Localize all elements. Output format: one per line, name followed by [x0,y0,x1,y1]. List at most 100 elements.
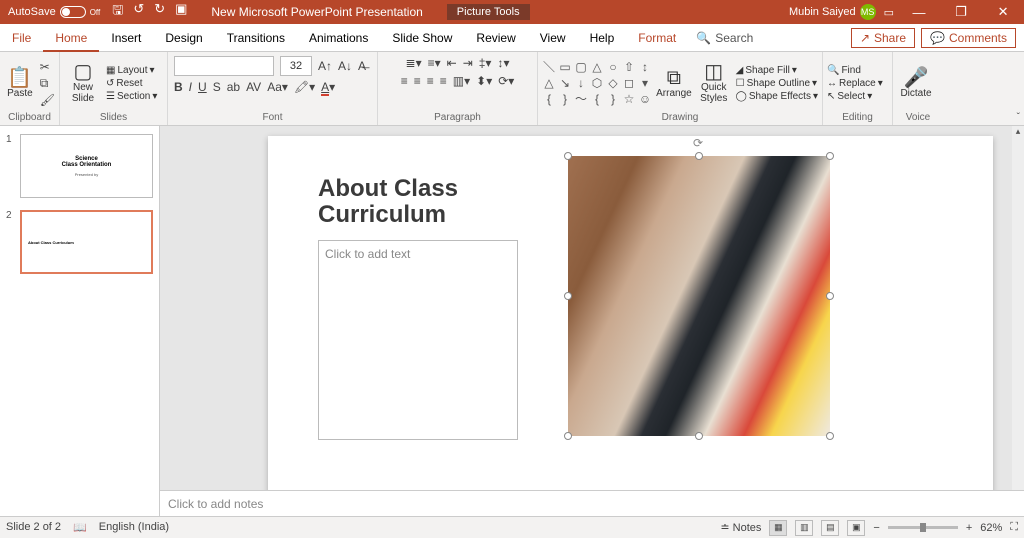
autosave-toggle[interactable]: AutoSave Off [8,6,100,18]
layout-button[interactable]: ▦Layout ▾ [106,65,157,76]
tab-home[interactable]: Home [43,24,99,52]
slideshow-view-button[interactable]: ▣ [847,520,865,536]
resize-handle[interactable] [564,432,572,440]
zoom-level[interactable]: 62% [980,522,1002,534]
columns-icon[interactable]: ▥▾ [453,74,470,88]
shape-fill-button[interactable]: ◢Shape Fill ▾ [736,65,818,76]
arrange-button[interactable]: ⧉ Arrange [656,68,692,99]
italic-icon[interactable]: I [189,80,192,94]
resize-handle[interactable] [695,152,703,160]
clear-format-icon[interactable]: A̶ [358,59,366,73]
increase-indent-icon[interactable]: ⇥ [463,56,473,70]
reading-view-button[interactable]: ▤ [821,520,839,536]
zoom-slider[interactable] [888,526,958,529]
align-right-icon[interactable]: ≡ [427,74,434,88]
shadow-icon[interactable]: ab [227,80,240,94]
resize-handle[interactable] [695,432,703,440]
numbering-icon[interactable]: ≡▾ [428,56,441,70]
dictate-button[interactable]: 🎤 Dictate [897,68,935,99]
tab-design[interactable]: Design [153,24,214,52]
decrease-font-icon[interactable]: A↓ [338,59,352,73]
font-size-combo[interactable] [280,56,312,76]
shape-outline-button[interactable]: ☐Shape Outline ▾ [736,78,818,89]
tab-animations[interactable]: Animations [297,24,380,52]
shapes-gallery[interactable]: ＼▭▢△○⇧↕ △↘↓⬡◇◻▾ {}〜{}☆☺ [542,60,652,106]
tab-format[interactable]: Format [626,24,688,52]
resize-handle[interactable] [564,152,572,160]
scroll-up-icon[interactable]: ▴ [1012,126,1024,138]
quick-styles-button[interactable]: ◫ Quick Styles [696,62,732,104]
align-center-icon[interactable]: ≡ [414,74,421,88]
tab-transitions[interactable]: Transitions [215,24,297,52]
notes-toggle[interactable]: ≐ Notes [720,521,761,534]
slide-counter[interactable]: Slide 2 of 2 [6,521,61,534]
format-painter-icon[interactable]: 🖌 [40,93,55,107]
content-placeholder[interactable]: Click to add text [318,240,518,440]
search-box[interactable]: 🔍 Search [696,24,753,51]
slide-canvas[interactable]: About Class Curriculum Click to add text… [268,136,993,490]
maximize-button[interactable]: ❐ [944,0,978,24]
resize-handle[interactable] [564,292,572,300]
change-case-icon[interactable]: Aa▾ [267,80,288,94]
find-button[interactable]: 🔍Find [827,65,883,76]
collapse-ribbon-icon[interactable]: ˇ [1017,112,1020,123]
share-button[interactable]: ↗ Share [851,28,915,48]
increase-font-icon[interactable]: A↑ [318,59,332,73]
cut-icon[interactable]: ✂ [40,60,55,74]
save-icon[interactable]: 🖫 [112,1,123,23]
ribbon-display-icon[interactable]: ▭ [884,6,894,19]
undo-icon[interactable]: ↺ [133,1,144,23]
slide-title[interactable]: About Class Curriculum [318,176,458,229]
line-spacing-icon[interactable]: ‡▾ [479,56,492,70]
reset-button[interactable]: ↺Reset [106,78,157,89]
tab-view[interactable]: View [528,24,578,52]
tab-help[interactable]: Help [578,24,627,52]
strike-icon[interactable]: S [213,80,221,94]
shape-effects-button[interactable]: ◯Shape Effects ▾ [736,91,818,102]
underline-icon[interactable]: U [198,80,207,94]
char-spacing-icon[interactable]: AV [246,80,261,94]
normal-view-button[interactable]: ▦ [769,520,787,536]
resize-handle[interactable] [826,152,834,160]
tab-slideshow[interactable]: Slide Show [380,24,464,52]
tab-insert[interactable]: Insert [99,24,153,52]
justify-icon[interactable]: ≡ [440,74,447,88]
selected-picture[interactable]: ⟳ ✥ [568,156,830,436]
replace-button[interactable]: ↔Replace ▾ [827,78,883,89]
zoom-out-button[interactable]: − [873,522,879,534]
select-button[interactable]: ↖Select ▾ [827,91,883,102]
smartart-icon[interactable]: ⟳▾ [498,74,514,88]
picture-tools-tab[interactable]: Picture Tools [447,4,530,20]
resize-handle[interactable] [826,432,834,440]
vertical-scrollbar[interactable]: ▴ [1012,126,1024,490]
highlight-icon[interactable]: 🖍▾ [294,80,315,94]
bullets-icon[interactable]: ≣▾ [406,56,422,70]
font-name-combo[interactable] [174,56,274,76]
section-button[interactable]: ☰Section ▾ [106,91,157,102]
decrease-indent-icon[interactable]: ⇤ [447,56,457,70]
spellcheck-icon[interactable]: 📖 [73,521,87,534]
comments-button[interactable]: 💬 Comments [921,28,1016,48]
language-indicator[interactable]: English (India) [99,521,169,534]
minimize-button[interactable]: — [902,0,936,24]
tab-review[interactable]: Review [464,24,527,52]
user-account[interactable]: Mubin Saiyed MS [789,4,876,20]
sorter-view-button[interactable]: ▥ [795,520,813,536]
font-color-icon[interactable]: A▾ [321,80,335,94]
rotate-handle-icon[interactable]: ⟳ [693,136,703,150]
align-text-icon[interactable]: ⬍▾ [476,74,492,88]
zoom-in-button[interactable]: + [966,522,972,534]
slide-thumbnail-1[interactable]: Science Class Orientation Presented by [20,134,153,198]
new-slide-button[interactable]: ▢ New Slide [64,62,102,104]
resize-handle[interactable] [826,292,834,300]
redo-icon[interactable]: ↻ [154,1,165,23]
bold-icon[interactable]: B [174,80,183,94]
start-show-icon[interactable]: ▣ [175,1,187,23]
close-button[interactable]: ✕ [986,0,1020,24]
notes-pane[interactable]: Click to add notes [160,490,1024,516]
align-left-icon[interactable]: ≡ [401,74,408,88]
tab-file[interactable]: File [0,24,43,52]
copy-icon[interactable]: ⧉ [40,76,55,91]
text-direction-icon[interactable]: ↕▾ [497,56,509,70]
slide-thumbnail-2[interactable]: About Class Curriculum [20,210,153,274]
